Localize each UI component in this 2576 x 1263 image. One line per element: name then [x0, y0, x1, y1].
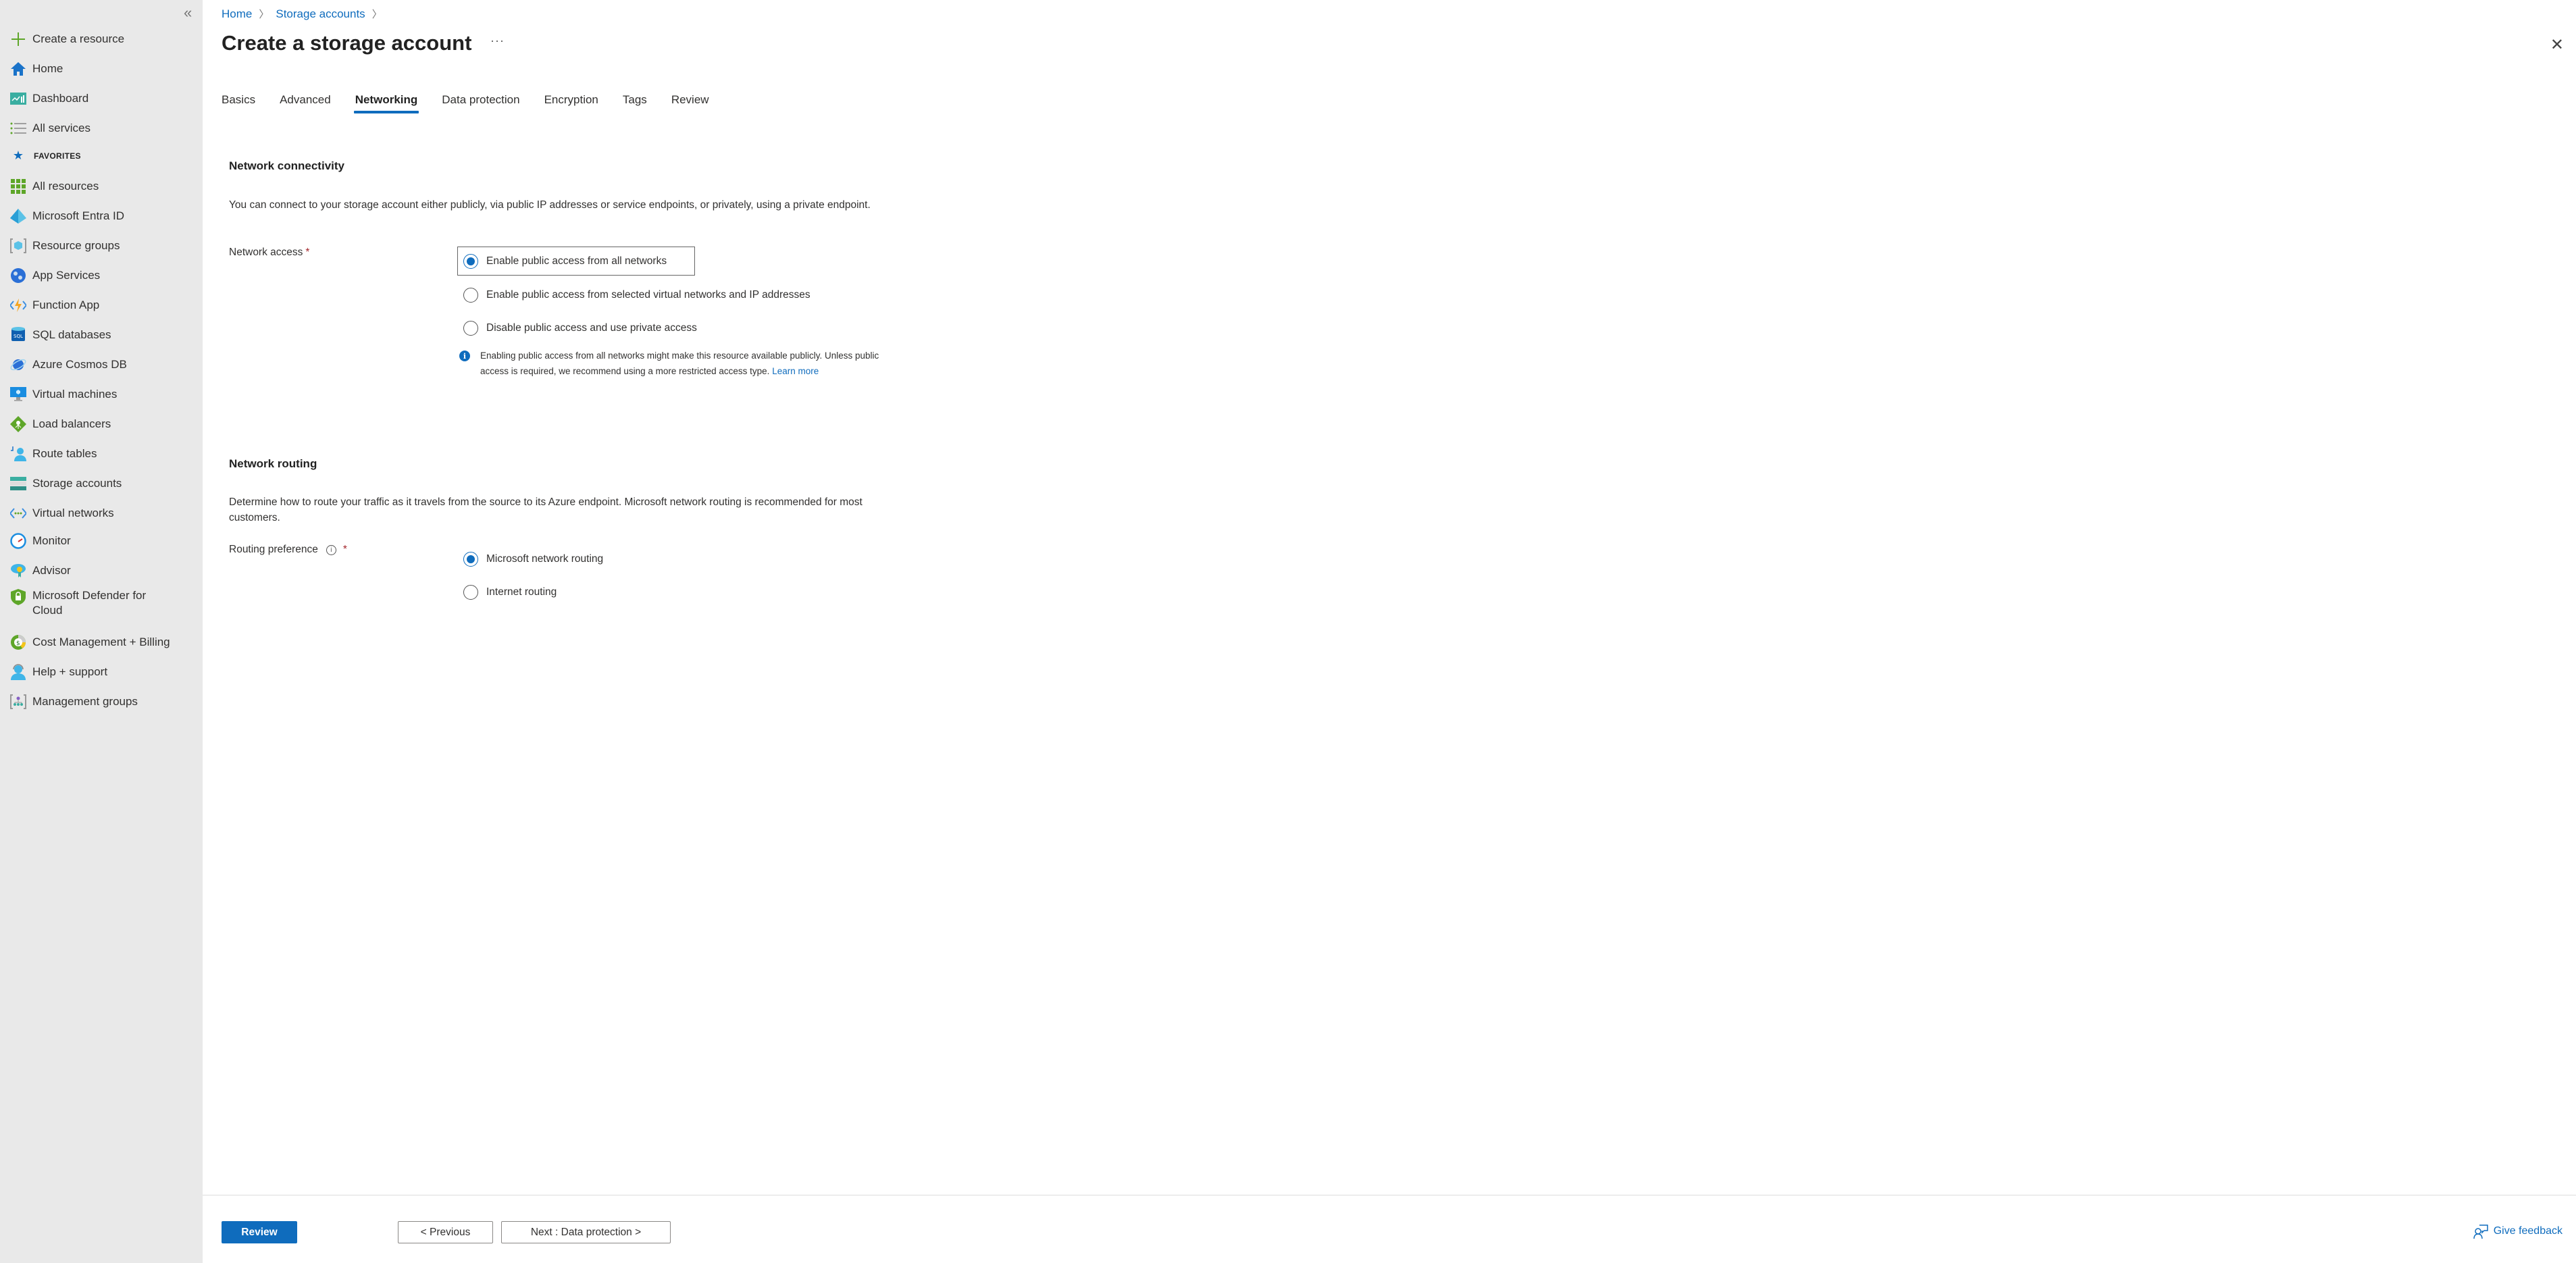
sidebar-item-management-groups[interactable]: Management groups	[9, 688, 199, 715]
home-icon	[9, 60, 27, 78]
breadcrumb-home-link[interactable]: Home	[222, 7, 252, 21]
sidebar-item-create-resource[interactable]: Create a resource	[9, 26, 199, 53]
help-support-icon	[9, 663, 27, 681]
required-indicator: *	[305, 247, 310, 258]
sidebar-item-resource-groups[interactable]: Resource groups	[9, 232, 199, 259]
sidebar-item-monitor[interactable]: Monitor	[9, 527, 199, 555]
favorites-header: ★ FAVORITES	[9, 149, 81, 163]
sidebar-item-help-support[interactable]: Help + support	[9, 659, 199, 686]
routing-preference-label: Routing preference i *	[229, 544, 347, 555]
page-title: Create a storage account	[222, 31, 472, 55]
radio-public-all-networks[interactable]: Enable public access from all networks	[463, 251, 667, 272]
app-services-icon	[9, 267, 27, 284]
sidebar-item-label: Home	[32, 62, 63, 75]
virtual-network-icon	[9, 505, 27, 522]
sidebar-item-cosmos-db[interactable]: Azure Cosmos DB	[9, 351, 199, 378]
sidebar-item-all-services[interactable]: All services	[9, 115, 199, 142]
chevron-right-icon: 〉	[371, 9, 382, 20]
network-routing-description: Determine how to route your traffic as i…	[229, 496, 862, 523]
chevron-right-icon: 〉	[259, 9, 269, 20]
sidebar-item-entra-id[interactable]: Microsoft Entra ID	[9, 203, 199, 230]
radio-disable-public-access[interactable]: Disable public access and use private ac…	[463, 318, 697, 338]
advisor-icon	[9, 562, 27, 579]
main-content: Home 〉 Storage accounts 〉 Create a stora…	[203, 0, 2576, 1263]
sidebar-item-cost-management[interactable]: $ Cost Management + Billing	[9, 629, 199, 656]
entra-id-icon	[9, 207, 27, 225]
public-access-info-message: i Enabling public access from all networ…	[459, 348, 892, 379]
list-icon	[9, 120, 27, 137]
load-balancer-icon	[9, 415, 27, 433]
sidebar-item-label: All services	[32, 122, 91, 134]
star-icon: ★	[12, 149, 24, 162]
learn-more-link[interactable]: Learn more	[772, 366, 819, 376]
radio-public-selected-networks[interactable]: Enable public access from selected virtu…	[463, 285, 810, 305]
next-button[interactable]: Next : Data protection >	[501, 1221, 671, 1243]
sidebar-item-label: Dashboard	[32, 92, 89, 105]
tab-review[interactable]: Review	[671, 93, 709, 113]
plus-icon	[9, 30, 27, 48]
sidebar-item-virtual-machines[interactable]: Virtual machines	[9, 381, 199, 408]
tab-bar: Basics Advanced Networking Data protecti…	[222, 93, 733, 113]
sidebar-item-defender[interactable]: Microsoft Defender for Cloud	[9, 588, 199, 619]
sidebar-item-route-tables[interactable]: Route tables	[9, 440, 199, 467]
close-icon[interactable]: ✕	[2550, 35, 2564, 55]
cosmos-db-icon	[9, 356, 27, 373]
svg-text:SQL: SQL	[14, 334, 23, 339]
sidebar-item-virtual-networks[interactable]: Virtual networks	[9, 500, 199, 527]
resource-group-icon	[9, 237, 27, 255]
radio-button[interactable]	[463, 552, 478, 567]
management-groups-icon	[9, 693, 27, 711]
function-app-icon	[9, 297, 27, 314]
sidebar-item-advisor[interactable]: Advisor	[9, 557, 199, 584]
tab-data-protection[interactable]: Data protection	[442, 93, 519, 113]
sidebar-item-label: Create a resource	[32, 32, 125, 45]
monitor-icon	[9, 532, 27, 550]
required-indicator: *	[342, 544, 347, 555]
sidebar-item-all-resources[interactable]: All resources	[9, 173, 199, 200]
tab-tags[interactable]: Tags	[623, 93, 647, 113]
sql-database-icon: SQL	[9, 326, 27, 344]
sidebar-item-storage-accounts[interactable]: Storage accounts	[9, 470, 199, 497]
tab-networking[interactable]: Networking	[353, 93, 419, 113]
sidebar-item-app-services[interactable]: App Services	[9, 262, 199, 289]
network-routing-heading: Network routing	[229, 457, 317, 470]
info-icon: i	[459, 351, 470, 361]
feedback-icon	[2473, 1225, 2488, 1239]
info-icon[interactable]: i	[326, 544, 336, 555]
sidebar-item-sql-databases[interactable]: SQL SQL databases	[9, 321, 199, 349]
radio-button[interactable]	[463, 585, 478, 600]
tab-basics[interactable]: Basics	[222, 93, 255, 113]
give-feedback-link[interactable]: Give feedback	[2473, 1224, 2562, 1239]
sidebar-item-load-balancers[interactable]: Load balancers	[9, 411, 199, 438]
sidebar-item-dashboard[interactable]: Dashboard	[9, 85, 199, 112]
route-table-icon	[9, 445, 27, 463]
radio-button[interactable]	[463, 254, 478, 269]
collapse-sidebar-button[interactable]: «	[184, 4, 192, 22]
review-button[interactable]: Review	[222, 1221, 297, 1243]
more-options-button[interactable]: ···	[490, 34, 505, 48]
network-connectivity-heading: Network connectivity	[229, 159, 344, 172]
sidebar-item-home[interactable]: Home	[9, 55, 199, 82]
breadcrumb-storage-accounts-link[interactable]: Storage accounts	[276, 7, 365, 21]
previous-button[interactable]: < Previous	[398, 1221, 493, 1243]
radio-button[interactable]	[463, 321, 478, 336]
network-connectivity-description: You can connect to your storage account …	[229, 199, 871, 211]
virtual-machine-icon	[9, 386, 27, 403]
radio-internet-routing[interactable]: Internet routing	[463, 582, 557, 602]
radio-microsoft-routing[interactable]: Microsoft network routing	[463, 549, 603, 569]
sidebar: « Create a resource Home Dashboard All s…	[0, 0, 203, 1263]
tab-encryption[interactable]: Encryption	[544, 93, 598, 113]
grid-icon	[9, 178, 27, 195]
svg-text:$: $	[16, 640, 20, 647]
tab-advanced[interactable]: Advanced	[280, 93, 331, 113]
breadcrumb: Home 〉 Storage accounts 〉	[222, 7, 389, 21]
dashboard-icon	[9, 90, 27, 107]
sidebar-item-function-app[interactable]: Function App	[9, 292, 199, 319]
storage-account-icon	[9, 475, 27, 492]
network-access-label: Network access *	[229, 247, 310, 258]
defender-icon	[9, 588, 27, 606]
radio-button[interactable]	[463, 288, 478, 303]
cost-management-icon: $	[9, 634, 27, 651]
